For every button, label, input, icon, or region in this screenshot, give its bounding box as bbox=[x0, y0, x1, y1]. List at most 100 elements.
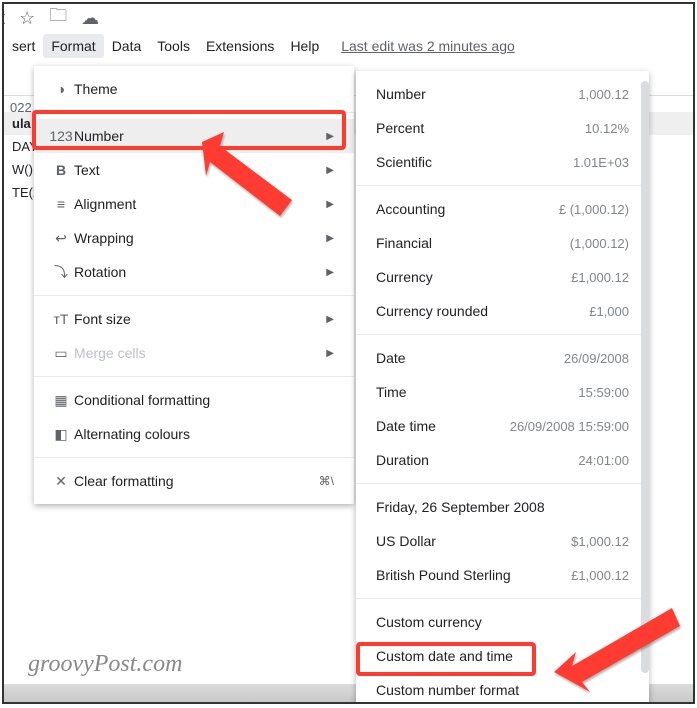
separator bbox=[356, 334, 649, 335]
format-number[interactable]: 123 Number ▶ bbox=[34, 119, 354, 153]
num-time[interactable]: Time15:59:00 bbox=[356, 375, 649, 409]
align-icon: ≡ bbox=[48, 196, 74, 212]
scrollbar[interactable] bbox=[641, 81, 649, 673]
doc-title: eet bbox=[2, 8, 5, 29]
separator bbox=[356, 598, 649, 599]
label: Date time bbox=[376, 418, 510, 434]
label: Duration bbox=[376, 452, 578, 468]
num-scientific[interactable]: Scientific1.01E+03 bbox=[356, 145, 649, 179]
chevron-right-icon: ▶ bbox=[326, 348, 334, 359]
num-financial[interactable]: Financial(1,000.12) bbox=[356, 226, 649, 260]
sample: 26/09/2008 bbox=[564, 351, 629, 366]
format-number-label: Number bbox=[74, 128, 326, 144]
label: Friday, 26 September 2008 bbox=[376, 499, 629, 515]
menu-help[interactable]: Help bbox=[282, 34, 327, 58]
sample: 26/09/2008 15:59:00 bbox=[510, 419, 629, 434]
separator bbox=[356, 185, 649, 186]
label: Custom date and time bbox=[376, 648, 629, 664]
separator bbox=[34, 112, 354, 113]
chevron-right-icon: ▶ bbox=[326, 233, 334, 244]
num-custom-date-time[interactable]: Custom date and time bbox=[356, 639, 649, 673]
sample: 1.01E+03 bbox=[573, 155, 629, 170]
move-icon[interactable]: 🗀 bbox=[49, 3, 67, 33]
label: Accounting bbox=[376, 201, 559, 217]
menu-data[interactable]: Data bbox=[104, 34, 150, 58]
label: Date bbox=[376, 350, 564, 366]
num-us-dollar[interactable]: US Dollar$1,000.12 bbox=[356, 524, 649, 558]
num-number[interactable]: Number1,000.12 bbox=[356, 77, 649, 111]
separator bbox=[34, 376, 354, 377]
wrap-icon: ↩ bbox=[48, 230, 74, 247]
sample: £1,000.12 bbox=[571, 270, 629, 285]
sample: 15:59:00 bbox=[578, 385, 629, 400]
separator bbox=[34, 457, 354, 458]
format-text[interactable]: B Text ▶ bbox=[34, 153, 354, 187]
theme-icon: ◑ bbox=[48, 81, 74, 97]
label: Percent bbox=[376, 120, 585, 136]
merge-icon: ▭ bbox=[48, 345, 74, 362]
separator bbox=[34, 295, 354, 296]
format-rotation-label: Rotation bbox=[74, 264, 326, 280]
label: US Dollar bbox=[376, 533, 571, 549]
format-merge-label: Merge cells bbox=[74, 345, 326, 361]
menu-insert[interactable]: sert bbox=[4, 34, 43, 58]
label: Time bbox=[376, 384, 578, 400]
menu-extensions[interactable]: Extensions bbox=[198, 34, 282, 58]
alt-colours-icon: ◧ bbox=[48, 426, 74, 443]
label: Financial bbox=[376, 235, 570, 251]
num-duration[interactable]: Duration24:01:00 bbox=[356, 443, 649, 477]
format-alternating-label: Alternating colours bbox=[74, 426, 334, 442]
sample: £1,000 bbox=[589, 304, 629, 319]
menubar: sert Format Data Tools Extensions Help L… bbox=[4, 32, 693, 60]
sample: £ (1,000.12) bbox=[559, 202, 629, 217]
last-edit-link[interactable]: Last edit was 2 minutes ago bbox=[341, 38, 515, 54]
label: Custom number format bbox=[376, 682, 629, 698]
num-custom-currency[interactable]: Custom currency bbox=[356, 605, 649, 639]
format-font-size-label: Font size bbox=[74, 311, 326, 327]
format-menu: ◑ Theme 123 Number ▶ B Text ▶ ≡ Alignmen… bbox=[34, 66, 354, 504]
num-date[interactable]: Date26/09/2008 bbox=[356, 341, 649, 375]
star-icon[interactable]: ☆ bbox=[19, 8, 35, 29]
label: Currency rounded bbox=[376, 303, 589, 319]
cloud-icon[interactable]: ☁ bbox=[81, 8, 99, 29]
conditional-icon: ▦ bbox=[48, 392, 74, 409]
format-clear[interactable]: ✕ Clear formatting ⌘\ bbox=[34, 464, 354, 498]
menu-format[interactable]: Format bbox=[43, 34, 103, 58]
num-custom-number-format[interactable]: Custom number format bbox=[356, 673, 649, 704]
format-theme[interactable]: ◑ Theme bbox=[34, 72, 354, 106]
font-size-icon: ᴛT bbox=[48, 311, 74, 327]
label: British Pound Sterling bbox=[376, 567, 571, 583]
format-conditional[interactable]: ▦ Conditional formatting bbox=[34, 383, 354, 417]
sample: 10.12% bbox=[585, 121, 629, 136]
format-font-size[interactable]: ᴛT Font size ▶ bbox=[34, 302, 354, 336]
num-currency-rounded[interactable]: Currency rounded£1,000 bbox=[356, 294, 649, 328]
format-wrapping-label: Wrapping bbox=[74, 230, 326, 246]
format-rotation[interactable]: ⤵ Rotation ▶ bbox=[34, 255, 354, 289]
chevron-right-icon: ▶ bbox=[326, 165, 334, 176]
sample: $1,000.12 bbox=[571, 534, 629, 549]
label: Currency bbox=[376, 269, 571, 285]
num-currency[interactable]: Currency£1,000.12 bbox=[356, 260, 649, 294]
label: Custom currency bbox=[376, 614, 629, 630]
bold-icon: B bbox=[48, 162, 74, 178]
sample: 1,000.12 bbox=[578, 87, 629, 102]
sample: 24:01:00 bbox=[578, 453, 629, 468]
clear-icon: ✕ bbox=[48, 473, 74, 490]
format-merge-cells: ▭ Merge cells ▶ bbox=[34, 336, 354, 370]
clear-shortcut: ⌘\ bbox=[319, 474, 334, 488]
num-date-time[interactable]: Date time26/09/2008 15:59:00 bbox=[356, 409, 649, 443]
menu-tools[interactable]: Tools bbox=[149, 34, 198, 58]
format-alternating[interactable]: ◧ Alternating colours bbox=[34, 417, 354, 451]
label: Number bbox=[376, 86, 578, 102]
format-conditional-label: Conditional formatting bbox=[74, 392, 334, 408]
num-percent[interactable]: Percent10.12% bbox=[356, 111, 649, 145]
sample: £1,000.12 bbox=[571, 568, 629, 583]
num-accounting[interactable]: Accounting£ (1,000.12) bbox=[356, 192, 649, 226]
format-wrapping[interactable]: ↩ Wrapping ▶ bbox=[34, 221, 354, 255]
num-friday-date[interactable]: Friday, 26 September 2008 bbox=[356, 490, 649, 524]
sample: (1,000.12) bbox=[570, 236, 629, 251]
format-alignment[interactable]: ≡ Alignment ▶ bbox=[34, 187, 354, 221]
rotation-icon: ⤵ bbox=[48, 262, 74, 282]
number-submenu: Number1,000.12 Percent10.12% Scientific1… bbox=[356, 71, 649, 704]
num-gbp[interactable]: British Pound Sterling£1,000.12 bbox=[356, 558, 649, 592]
